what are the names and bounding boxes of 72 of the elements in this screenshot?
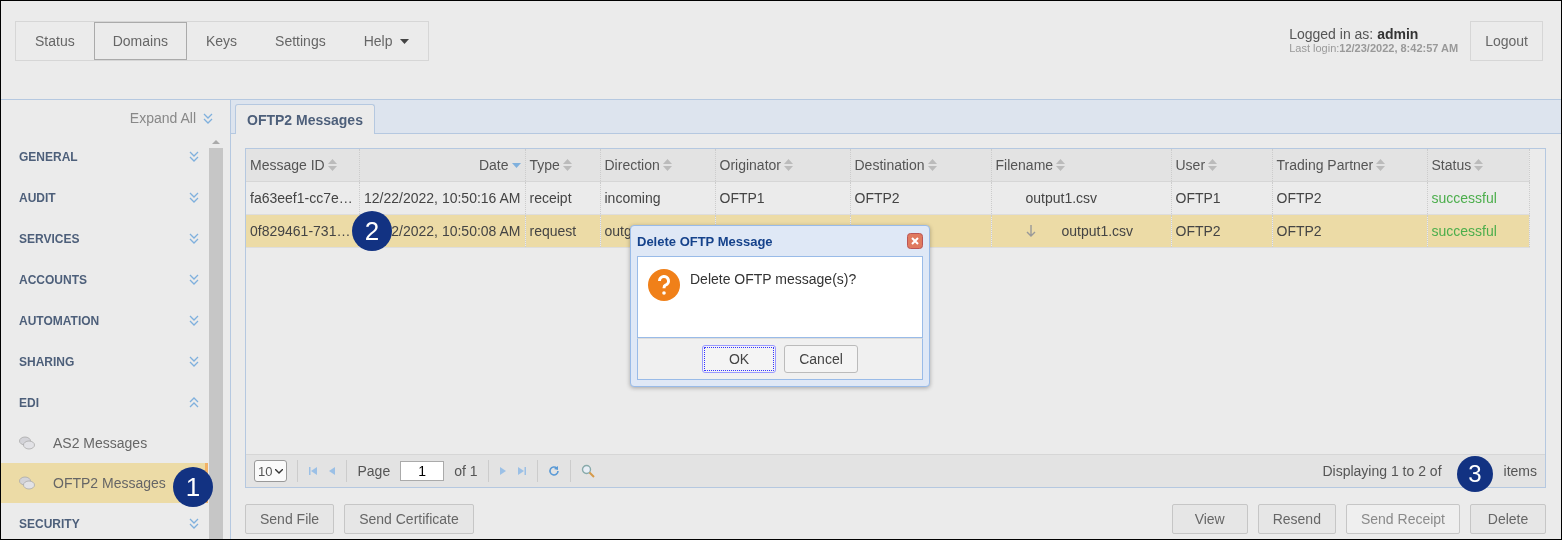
table-cell: successful xyxy=(1431,190,1497,206)
column-header[interactable]: Date xyxy=(478,157,521,173)
page-count: of 1 xyxy=(454,463,478,479)
dialog-button[interactable]: Cancel xyxy=(784,345,858,373)
table-cell: fa63eef1-cc7e… xyxy=(250,190,353,206)
sidebar-section[interactable]: ACCOUNTS xyxy=(1,259,208,300)
refresh-icon[interactable] xyxy=(547,465,560,477)
previous-page-icon[interactable] xyxy=(328,466,337,476)
paging-status: items xyxy=(1503,463,1537,479)
expand-all-link[interactable]: Expand All xyxy=(129,110,196,126)
sidebar-section[interactable]: EDI xyxy=(1,382,208,423)
sidebar-item[interactable]: AS2 Messages xyxy=(1,423,208,463)
table-cell: 0f829461-731… xyxy=(250,223,351,239)
tab[interactable]: OFTP2 Messages xyxy=(235,104,375,134)
chat-bubbles-icon xyxy=(19,476,35,490)
sidebar-section[interactable]: AUTOMATION xyxy=(1,300,208,341)
table-cell: 2/2022, 10:50:08 AM xyxy=(391,223,521,239)
table-cell: 12/22/2022, 10:50:16 AM xyxy=(364,190,521,206)
dialog-message: Delete OFTP message(s)? xyxy=(690,270,857,287)
sidebar-section[interactable]: GENERAL xyxy=(1,136,208,177)
page-size-select[interactable]: 10 xyxy=(254,460,288,482)
expand-icon xyxy=(188,355,200,368)
dialog-title: Delete OFTP Message xyxy=(637,233,773,249)
sidebar-section[interactable]: SERVICES xyxy=(1,218,208,259)
chat-bubbles-icon xyxy=(19,436,35,450)
table-cell: receipt xyxy=(529,190,572,206)
dialog-button[interactable]: OK xyxy=(702,345,776,373)
expand-icon xyxy=(188,191,200,204)
collapse-icon xyxy=(188,396,200,409)
nav-tab[interactable]: Keys xyxy=(186,22,257,60)
table-cell: request xyxy=(529,223,577,239)
expand-icon xyxy=(188,273,200,286)
sidebar-section[interactable]: SHARING xyxy=(1,341,208,382)
action-button[interactable]: Send File xyxy=(245,504,335,534)
expand-icon xyxy=(188,314,200,327)
first-page-icon[interactable] xyxy=(308,466,319,476)
table-cell: output1.csv xyxy=(1025,190,1098,206)
table-cell: OFTP2 xyxy=(854,190,900,206)
double-chevron-icon xyxy=(202,111,214,125)
action-button[interactable]: Delete xyxy=(1470,504,1546,534)
expand-icon xyxy=(188,232,200,245)
table-cell: OFTP2 xyxy=(1276,223,1322,239)
next-page-icon[interactable] xyxy=(498,466,507,476)
action-button[interactable]: Send Certificate xyxy=(344,504,474,534)
table-cell: OFTP1 xyxy=(1175,190,1221,206)
logged-in-text: Logged in as: admin xyxy=(1289,26,1420,42)
table-cell: incoming xyxy=(604,190,661,206)
action-button[interactable]: Resend xyxy=(1257,504,1336,534)
table-cell: output1.csv xyxy=(1061,223,1134,239)
question-icon xyxy=(648,269,680,301)
close-icon[interactable] xyxy=(907,233,923,249)
paging-status: Displaying 1 to 2 of xyxy=(1322,463,1442,479)
action-button[interactable]: View xyxy=(1171,504,1248,534)
last-login-text: Last login:12/23/2022, 8:42:57 AM xyxy=(1289,42,1459,54)
logout-button[interactable]: Logout xyxy=(1470,21,1543,61)
page-label: Page xyxy=(357,463,391,479)
chevron-down-icon xyxy=(275,468,284,474)
nav-tab[interactable]: Domains xyxy=(93,22,187,60)
table-cell: successful xyxy=(1431,223,1497,239)
nav-tab[interactable]: Help xyxy=(344,22,429,60)
column-header[interactable]: Filename xyxy=(995,157,1066,173)
nav-tab[interactable]: Status xyxy=(16,22,94,60)
nav-tab[interactable]: Settings xyxy=(256,22,345,60)
expand-icon xyxy=(188,517,200,530)
last-page-icon[interactable] xyxy=(516,466,527,476)
table-cell: OFTP2 xyxy=(1175,223,1221,239)
expand-icon xyxy=(188,150,200,163)
table-cell: OFTP2 xyxy=(1276,190,1322,206)
page-input[interactable]: 1 xyxy=(400,461,445,481)
search-icon[interactable] xyxy=(580,464,595,478)
sidebar-section[interactable]: AUDIT xyxy=(1,177,208,218)
table-cell: OFTP1 xyxy=(719,190,765,206)
